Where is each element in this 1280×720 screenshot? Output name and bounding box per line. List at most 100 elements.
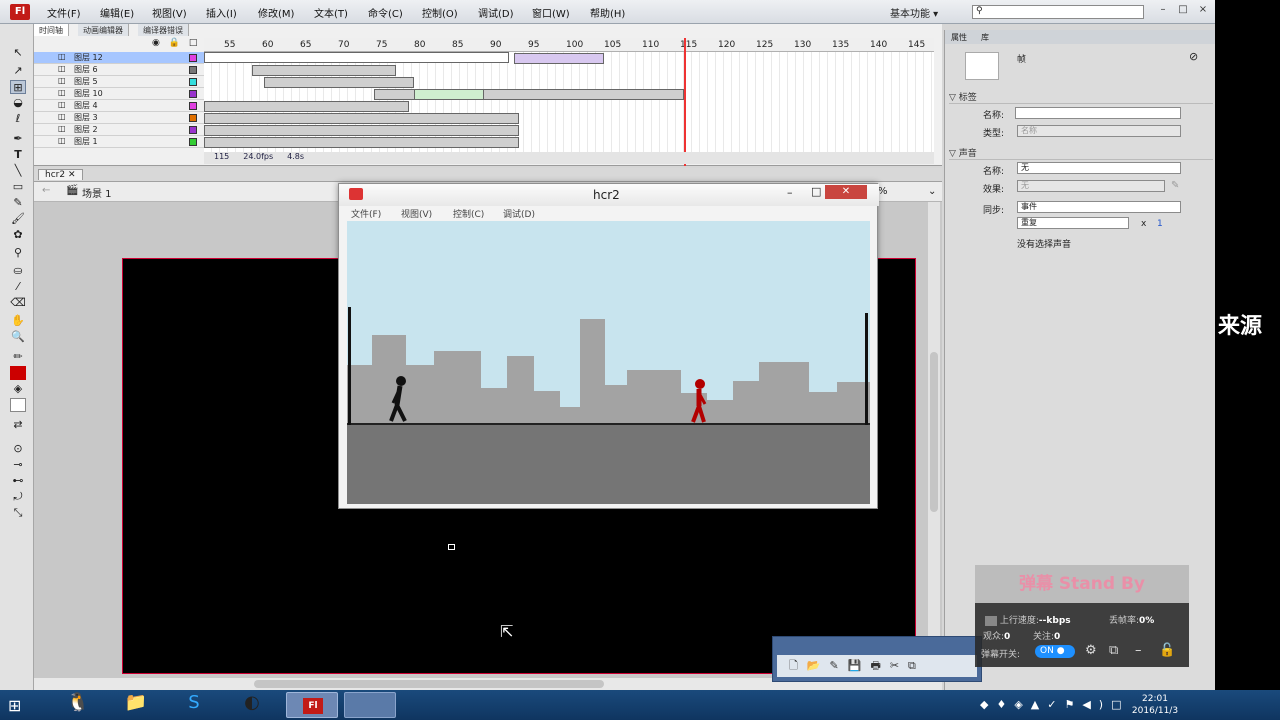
layer-name[interactable]: 图层 6 <box>74 64 98 75</box>
qq-icon[interactable]: 🐧 <box>52 692 104 718</box>
smooth-icon[interactable]: ⊸ <box>10 458 26 472</box>
tab-compiler-errors[interactable]: 编译器错误 <box>138 24 189 36</box>
flash-task-button[interactable]: Fl <box>286 692 338 718</box>
back-arrow-icon[interactable]: ← <box>42 185 50 196</box>
tab-timeline[interactable]: 时间轴 <box>34 24 69 36</box>
layer-row[interactable]: ◫ 图层 4 <box>34 100 204 112</box>
close-button[interactable]: ✕ <box>825 185 867 199</box>
selection-tool-icon[interactable]: ↖ <box>10 46 26 60</box>
eyedropper-tool-icon[interactable]: ⁄ <box>10 280 26 294</box>
paint-bucket-icon[interactable]: ⛀ <box>10 264 26 278</box>
layer-name[interactable]: 图层 4 <box>74 100 98 111</box>
layer-row[interactable]: ◫ 图层 10 <box>34 88 204 100</box>
pen-tool-icon[interactable]: ✒ <box>10 132 26 146</box>
layer-row[interactable]: ◫ 图层 5 <box>34 76 204 88</box>
menu-edit[interactable]: 编辑(E) <box>100 5 134 20</box>
sync-select[interactable]: 事件 <box>1017 201 1181 213</box>
free-transform-tool-icon[interactable]: ⊞ <box>10 80 26 94</box>
close-button[interactable]: × <box>1195 4 1211 18</box>
layer-row[interactable]: ◫ 图层 1 <box>34 136 204 148</box>
repeat-count[interactable]: 1 <box>1157 219 1163 229</box>
danmu-toggle[interactable]: ON ● <box>1035 645 1075 658</box>
layer-row[interactable]: ◫ 图层 3 <box>34 112 204 124</box>
menu-file[interactable]: 文件(F) <box>47 5 81 20</box>
tray-icons[interactable]: ◆♦◈▲✓⚑◀)□ <box>980 698 1129 711</box>
layer-color-swatch[interactable] <box>189 102 197 110</box>
eye-icon[interactable]: ◉ <box>152 38 160 48</box>
tab-motion-editor[interactable]: 动画编辑器 <box>78 24 129 36</box>
eraser-tool-icon[interactable]: ⌫ <box>10 296 26 310</box>
player-task-button[interactable] <box>344 692 396 718</box>
scrollbar-thumb[interactable] <box>254 680 604 688</box>
help-icon[interactable]: ⊘ <box>1189 50 1198 63</box>
section-sound[interactable]: ▽ 声音 <box>949 146 1213 160</box>
menu-help[interactable]: 帮助(H) <box>590 5 625 20</box>
frame-grid[interactable] <box>204 52 934 152</box>
scene-label[interactable]: 场景 1 <box>82 185 112 200</box>
menu-text[interactable]: 文本(T) <box>314 5 348 20</box>
frame-ruler[interactable]: 55 60 65 70 75 80 85 90 95 100 105 110 115 120 125 130 1… <box>204 38 934 52</box>
text-tool-icon[interactable]: T <box>10 148 26 162</box>
stroke-color-icon[interactable]: ✏ <box>10 350 26 364</box>
layer-color-swatch[interactable] <box>189 90 197 98</box>
workspace-switcher[interactable]: 基本功能 ▾ <box>890 5 938 20</box>
menu-debug[interactable]: 调试(D) <box>478 5 514 20</box>
layer-name[interactable]: 图层 10 <box>74 88 103 99</box>
minimize-button[interactable]: – <box>787 186 793 199</box>
repeat-select[interactable]: 重复 <box>1017 217 1129 229</box>
lasso-tool-icon[interactable]: ℓ <box>10 112 26 126</box>
chevron-down-icon[interactable]: ⌄ <box>928 186 936 197</box>
layer-color-swatch[interactable] <box>189 66 197 74</box>
menu-insert[interactable]: 插入(I) <box>206 5 237 20</box>
tab-library[interactable]: 库 <box>981 32 989 43</box>
search-input[interactable]: ⚲ <box>972 5 1144 19</box>
player-menu-debug[interactable]: 调试(D) <box>503 207 535 220</box>
menu-control[interactable]: 控制(O) <box>422 5 458 20</box>
sound-name-select[interactable]: 无 <box>1017 162 1181 174</box>
settings-icon[interactable]: ⚙ <box>1085 643 1097 658</box>
lock-icon[interactable]: 🔒 <box>169 38 180 48</box>
scrollbar-thumb[interactable] <box>930 352 938 512</box>
layer-row[interactable]: ◫ 图层 2 <box>34 124 204 136</box>
rotate-skew-icon[interactable]: ⤾ <box>10 490 26 504</box>
explorer-icon[interactable]: 📁 <box>110 692 162 718</box>
playhead[interactable] <box>684 38 686 166</box>
layer-color-swatch[interactable] <box>189 126 197 134</box>
bone-tool-icon[interactable]: ⚲ <box>10 246 26 260</box>
frame-rate[interactable]: 24.0fps <box>243 152 273 164</box>
player-menu-file[interactable]: 文件(F) <box>351 207 381 220</box>
windows-start-icon[interactable]: ⊞ <box>8 696 30 715</box>
close-tab-icon[interactable]: ✕ <box>68 170 76 180</box>
lock-icon[interactable]: 🔓 <box>1159 643 1175 658</box>
menu-modify[interactable]: 修改(M) <box>258 5 294 20</box>
stroke-color-swatch[interactable] <box>10 366 26 380</box>
flash-player-window[interactable]: hcr2 – □ ✕ 文件(F) 视图(V) 控制(C) 调试(D) <box>338 183 879 509</box>
swap-colors-icon[interactable]: ⇄ <box>10 418 26 432</box>
rectangle-tool-icon[interactable]: ▭ <box>10 180 26 194</box>
layer-name[interactable]: 图层 1 <box>74 136 98 147</box>
browser-icon[interactable]: ◐ <box>226 692 278 718</box>
zoom-input[interactable]: % <box>878 186 888 197</box>
scale-icon[interactable]: ⤡ <box>10 506 26 520</box>
subselection-tool-icon[interactable]: ↗ <box>10 64 26 78</box>
type-select[interactable]: 名称 <box>1017 125 1181 137</box>
player-menu-control[interactable]: 控制(C) <box>453 207 484 220</box>
straighten-icon[interactable]: ⊷ <box>10 474 26 488</box>
layer-color-swatch[interactable] <box>189 114 197 122</box>
menu-view[interactable]: 视图(V) <box>152 5 187 20</box>
layer-color-swatch[interactable] <box>189 54 197 62</box>
sogou-icon[interactable]: S <box>168 692 220 718</box>
layer-name[interactable]: 图层 12 <box>74 52 103 63</box>
maximize-button[interactable]: □ <box>1175 4 1191 18</box>
zoom-tool-icon[interactable]: 🔍 <box>10 330 26 344</box>
hand-tool-icon[interactable]: ✋ <box>10 314 26 328</box>
minimize-button[interactable]: – <box>1155 4 1171 18</box>
transform-point[interactable] <box>448 544 455 550</box>
player-menu-view[interactable]: 视图(V) <box>401 207 432 220</box>
fill-color-swatch[interactable] <box>10 398 26 412</box>
layer-row[interactable]: ◫ 图层 6 <box>34 64 204 76</box>
snap-to-objects-icon[interactable]: ⊙ <box>10 442 26 456</box>
taskbar-clock[interactable]: 22:01 2016/11/3 <box>1130 693 1180 717</box>
layer-name[interactable]: 图层 2 <box>74 124 98 135</box>
line-tool-icon[interactable]: ╲ <box>10 164 26 178</box>
